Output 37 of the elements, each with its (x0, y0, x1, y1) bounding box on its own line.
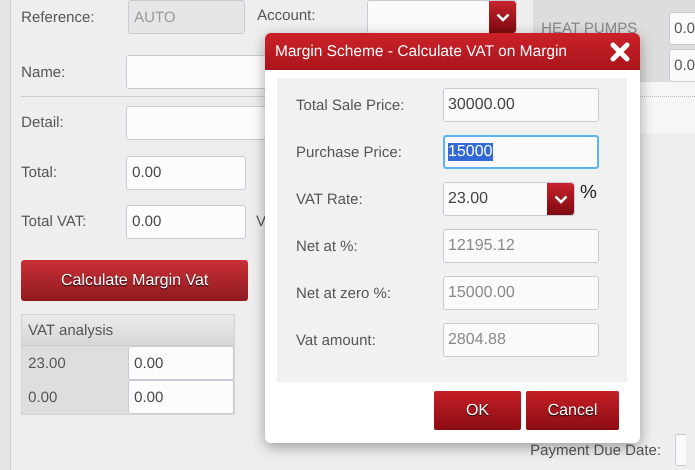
field-label: VAT Rate: (296, 190, 364, 208)
amount-field[interactable]: 0.00 (128, 380, 234, 414)
text-field[interactable]: 0.0 (669, 12, 695, 45)
field-label: Account: (257, 7, 317, 24)
field-label: HEAT PUMPS (541, 20, 638, 37)
table-cell-text: 23.00 (27, 354, 67, 372)
field-label: Detail: (21, 114, 65, 131)
field-label: Net at %: (296, 238, 359, 254)
ok-button[interactable]: OK (434, 391, 521, 430)
field-label: Total: (21, 164, 58, 181)
date-field[interactable] (675, 434, 686, 466)
unit-label: % (580, 182, 597, 204)
field-label: Reference: (21, 8, 96, 26)
text-field[interactable]: 30000.00 (443, 88, 599, 122)
vat-rate-select[interactable]: 23.00 (443, 182, 575, 216)
amount-field[interactable]: 0.00 (128, 346, 234, 380)
dialog-title: Margin Scheme - Calculate VAT on Margin (275, 42, 568, 60)
calculate-margin-vat-button[interactable]: Calculate Margin Vat (21, 260, 248, 301)
field-label: Total Sale Price: (296, 96, 406, 114)
chevron-down-icon (496, 12, 510, 22)
text-field[interactable]: 0.0 (669, 49, 695, 82)
cancel-button[interactable]: Cancel (526, 391, 619, 430)
field-label: Total VAT: (21, 213, 88, 230)
close-icon (610, 42, 630, 62)
text-field[interactable]: 15000 (443, 135, 599, 169)
account-select[interactable] (367, 0, 518, 34)
text-field[interactable]: 0.00 (126, 156, 246, 190)
text-field[interactable]: 0.00 (126, 204, 246, 238)
table-cell-text: 0.00 (27, 388, 58, 406)
field-label: Vat amount: (296, 332, 377, 348)
field-label: Purchase Price: (296, 144, 403, 160)
field-label: Payment Due Date: (530, 442, 662, 458)
chevron-down-icon (554, 194, 568, 204)
field-label: Net at zero %: (296, 284, 392, 302)
close-button[interactable] (610, 42, 630, 62)
table-header: VAT analysis (28, 322, 114, 338)
field-label: Name: (21, 64, 66, 80)
